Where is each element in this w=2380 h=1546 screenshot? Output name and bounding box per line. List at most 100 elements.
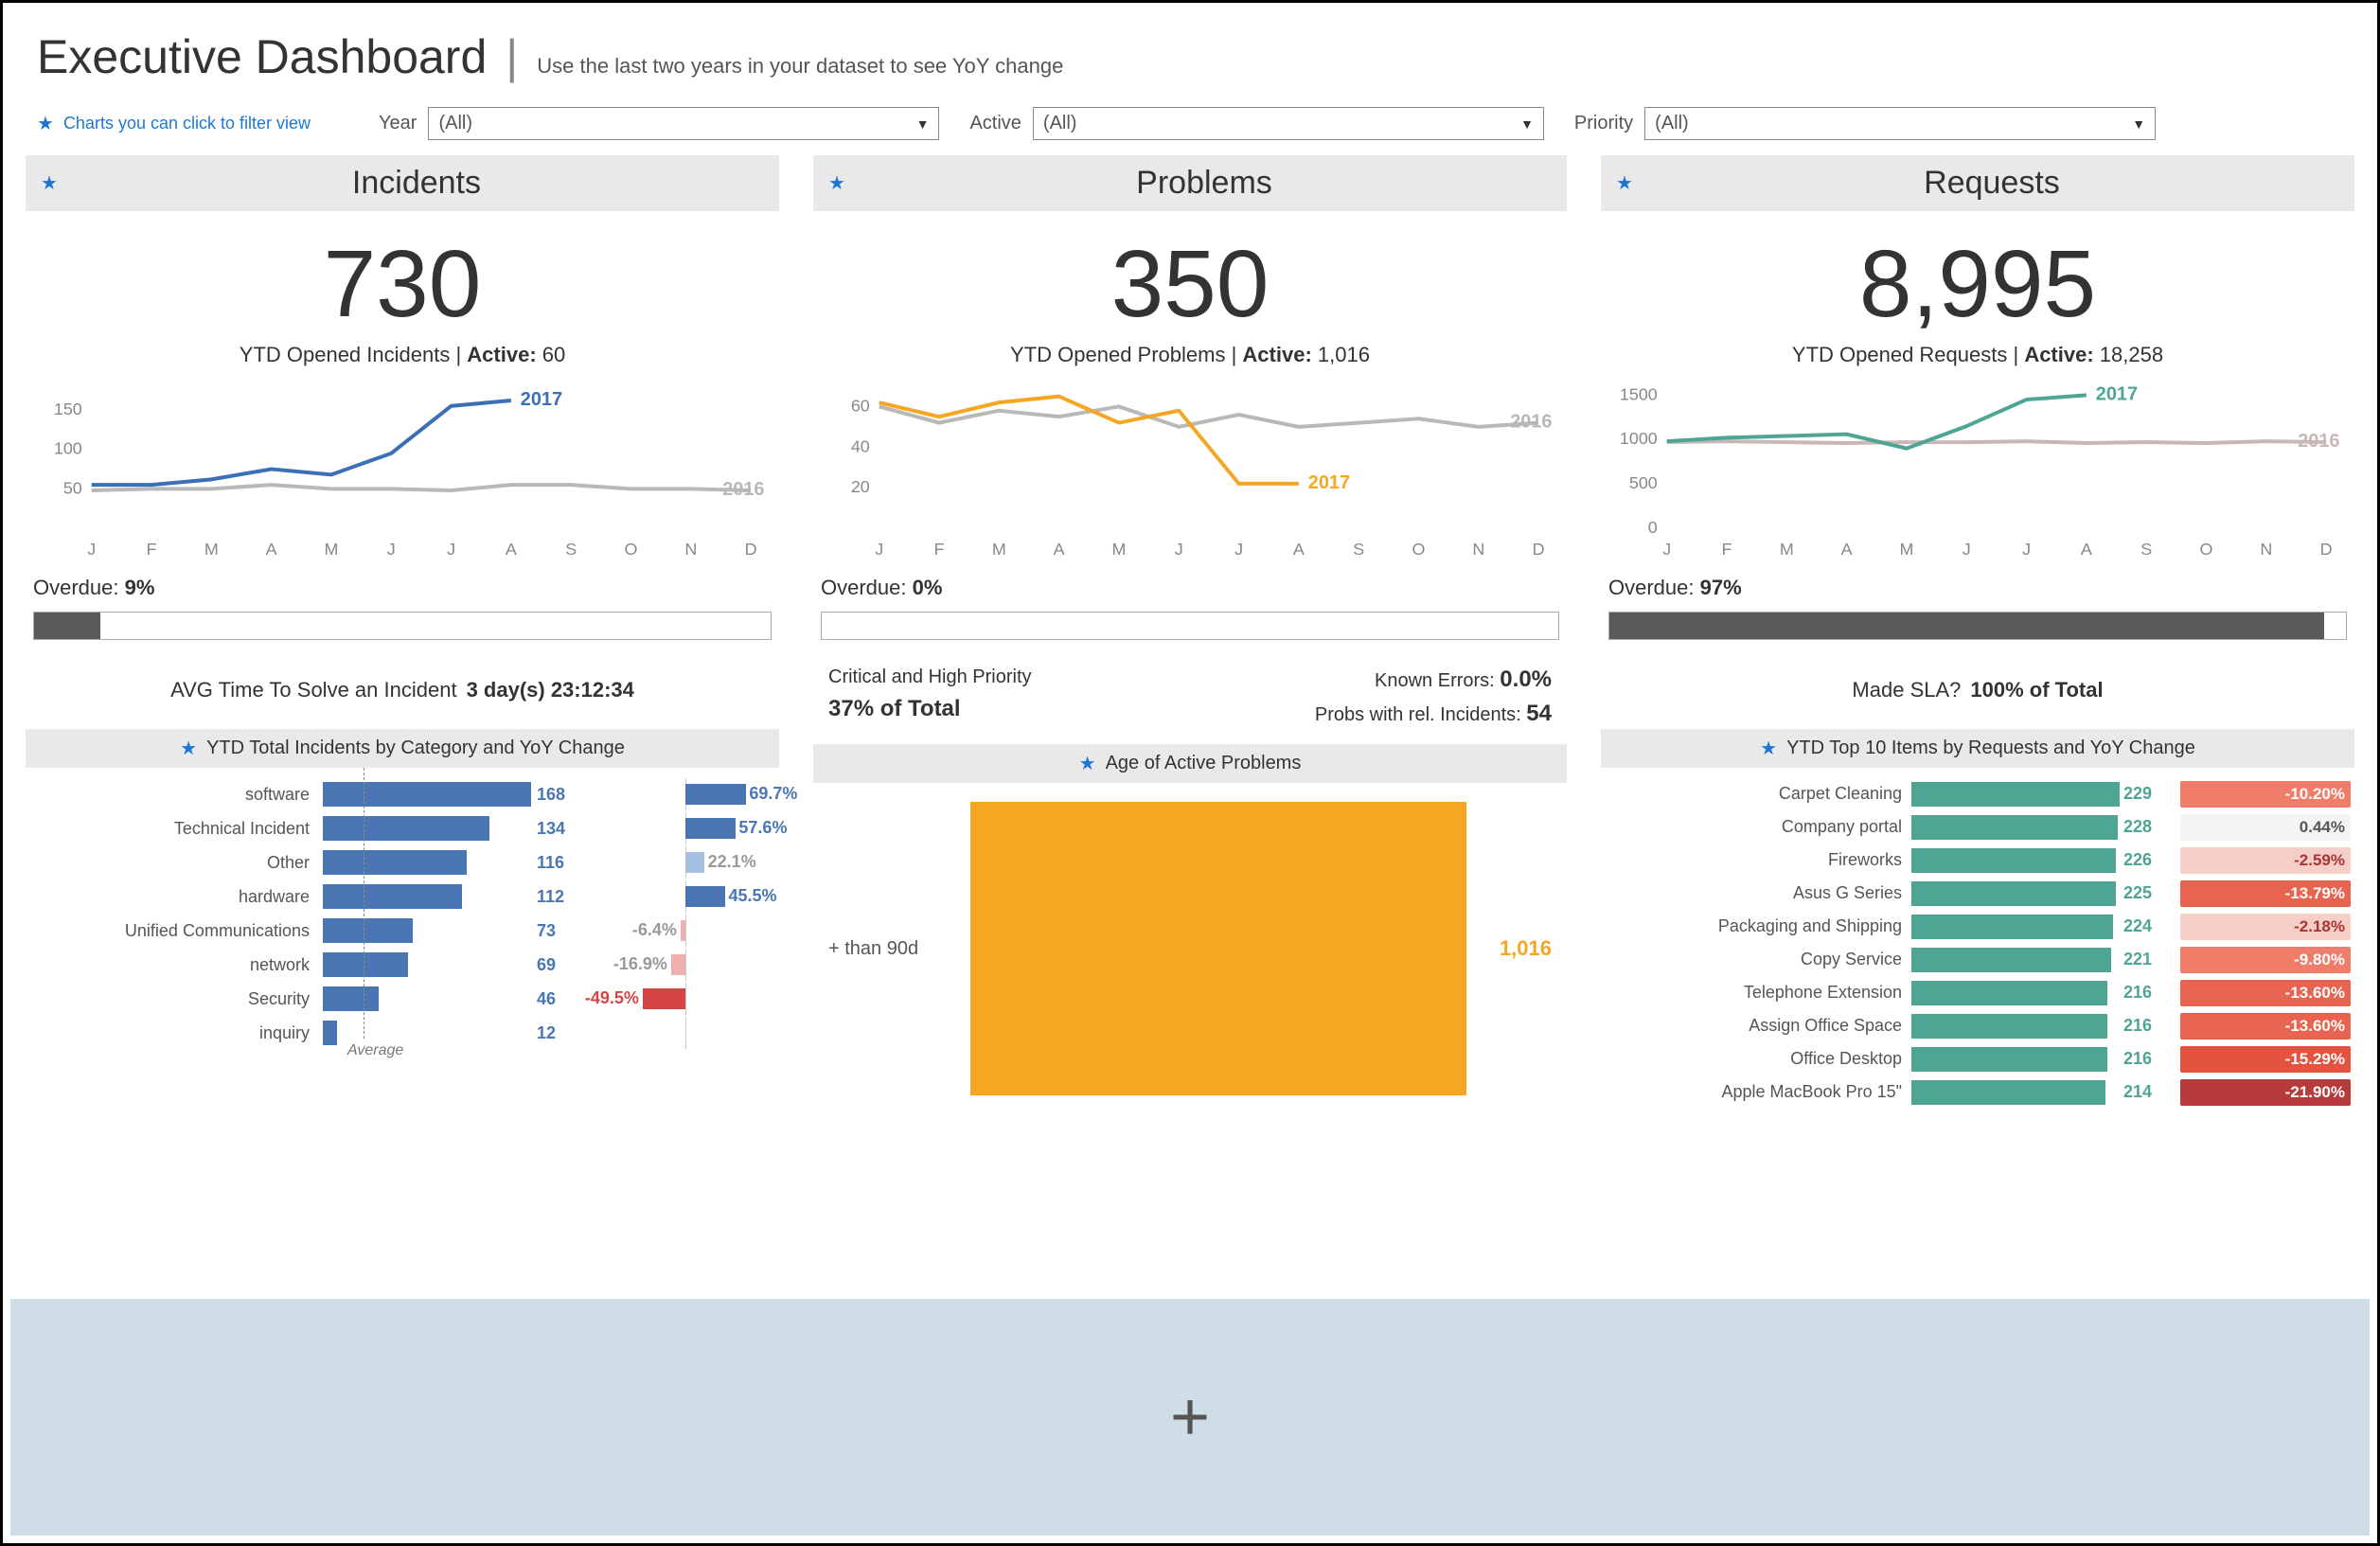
incidents-avg-row: AVG Time To Solve an Incident 3 day(s) 2… — [26, 657, 779, 729]
request-label: Carpet Cleaning — [1605, 784, 1908, 804]
request-label: Asus G Series — [1605, 883, 1908, 903]
problems-metrics: Critical and High Priority 37% of Total … — [813, 657, 1567, 744]
star-icon: ★ — [1616, 171, 1633, 195]
overdue-label: Overdue: — [1608, 576, 1695, 599]
requests-top10-header[interactable]: ★ YTD Top 10 Items by Requests and YoY C… — [1601, 729, 2354, 768]
problems-title: Problems — [857, 165, 1552, 202]
svg-text:A: A — [1841, 540, 1853, 559]
category-bar — [323, 782, 531, 807]
filter-year-label: Year — [379, 113, 417, 134]
incidents-category-title: YTD Total Incidents by Category and YoY … — [206, 737, 625, 759]
request-yoy: 0.44% — [2180, 814, 2351, 841]
svg-text:S: S — [1353, 540, 1364, 559]
svg-text:J: J — [1963, 540, 1971, 559]
category-bar — [323, 952, 531, 977]
incidents-header[interactable]: ★ Incidents — [26, 155, 779, 211]
svg-text:M: M — [1111, 540, 1126, 559]
filter-hint: ★ Charts you can click to filter view — [37, 112, 311, 135]
request-yoy: -13.79% — [2180, 880, 2351, 907]
incidents-subline: YTD Opened Incidents | Active: 60 — [26, 343, 779, 377]
caret-down-icon: ▼ — [916, 116, 930, 132]
request-value: 216 — [2123, 1016, 2176, 1036]
requests-top10-title: YTD Top 10 Items by Requests and YoY Cha… — [1786, 737, 2195, 759]
incidents-category-header[interactable]: ★ YTD Total Incidents by Category and Yo… — [26, 729, 779, 768]
svg-text:J: J — [447, 540, 455, 559]
header: Executive Dashboard | Use the last two y… — [3, 3, 2377, 99]
request-label: Packaging and Shipping — [1605, 916, 1908, 936]
svg-text:A: A — [1293, 540, 1305, 559]
request-row: Telephone Extension 216 -13.60% — [1605, 976, 2351, 1009]
incidents-panel: ★ Incidents 730 YTD Opened Incidents | A… — [26, 155, 779, 1291]
request-yoy: -2.59% — [2180, 847, 2351, 874]
problems-panel: ★ Problems 350 YTD Opened Problems | Act… — [813, 155, 1567, 1291]
requests-overdue: Overdue: 97% — [1601, 566, 2354, 604]
star-icon: ★ — [1760, 737, 1777, 760]
filter-active: Active (All) ▼ — [969, 107, 1543, 140]
problems-trend-chart[interactable]: 204060JFMAMJJASOND20162017 — [813, 377, 1567, 566]
yoy-cell: 57.6% — [599, 816, 772, 841]
known-label: Known Errors: — [1375, 670, 1495, 691]
incidents-sub-bold: Active: — [467, 343, 536, 366]
request-row: Fireworks 226 -2.59% — [1605, 844, 2351, 877]
svg-text:50: 50 — [63, 478, 82, 497]
overdue-val: 97% — [1700, 576, 1742, 599]
filter-bar: ★ Charts you can click to filter view Ye… — [3, 99, 2377, 155]
filter-priority-label: Priority — [1574, 113, 1633, 134]
priority-select[interactable]: (All) ▼ — [1644, 107, 2156, 140]
overdue-label: Overdue: — [821, 576, 907, 599]
requests-trend-chart[interactable]: 050010001500JFMAMJJASOND20162017 — [1601, 377, 2354, 566]
requests-overdue-bar — [1608, 612, 2347, 640]
filter-priority: Priority (All) ▼ — [1574, 107, 2156, 140]
overdue-val: 9% — [125, 576, 155, 599]
average-marker: Average — [347, 1042, 403, 1059]
overdue-label: Overdue: — [33, 576, 119, 599]
incidents-overdue: Overdue: 9% — [26, 566, 779, 604]
yoy-cell: -49.5% — [599, 986, 772, 1011]
incidents-trend-chart[interactable]: 50100150JFMAMJJASOND20162017 — [26, 377, 779, 566]
active-select-value: (All) — [1043, 113, 1077, 134]
request-bar — [1911, 1047, 2120, 1072]
sla-label: Made SLA? — [1852, 678, 1961, 702]
age-bar — [970, 802, 1466, 1095]
request-value: 229 — [2123, 784, 2176, 804]
star-icon: ★ — [37, 112, 54, 135]
svg-text:O: O — [2200, 540, 2213, 559]
svg-text:0: 0 — [1648, 518, 1658, 537]
incidents-category-chart[interactable]: software 168 69.7% Technical Incident 13… — [26, 768, 779, 1059]
svg-text:M: M — [204, 540, 219, 559]
svg-text:A: A — [266, 540, 277, 559]
svg-text:1500: 1500 — [1620, 384, 1658, 403]
requests-sub-bold: Active: — [2024, 343, 2093, 366]
crit-label: Critical and High Priority — [828, 666, 1032, 688]
known-val: 0.0% — [1500, 666, 1552, 692]
problems-age-header[interactable]: ★ Age of Active Problems — [813, 744, 1567, 783]
sla-val: 100% of Total — [1970, 678, 2103, 702]
request-bar — [1911, 981, 2120, 1005]
add-content-pane[interactable]: + — [10, 1299, 2370, 1536]
category-row: hardware 112 45.5% — [33, 880, 772, 914]
svg-text:D: D — [1533, 540, 1545, 559]
requests-top10-chart[interactable]: Carpet Cleaning 229 -10.20% Company port… — [1601, 768, 2354, 1118]
request-yoy: -21.90% — [2180, 1079, 2351, 1106]
requests-subline: YTD Opened Requests | Active: 18,258 — [1601, 343, 2354, 377]
svg-text:M: M — [324, 540, 338, 559]
incidents-sub-prefix: YTD Opened Incidents | — [240, 343, 468, 366]
problems-age-chart[interactable]: + than 90d 1,016 — [813, 783, 1567, 1114]
request-value: 224 — [2123, 916, 2176, 936]
active-select[interactable]: (All) ▼ — [1033, 107, 1544, 140]
category-value: 116 — [537, 853, 594, 873]
requests-panel: ★ Requests 8,995 YTD Opened Requests | A… — [1601, 155, 2354, 1291]
year-select[interactable]: (All) ▼ — [428, 107, 939, 140]
category-label: inquiry — [33, 1023, 317, 1043]
svg-text:S: S — [565, 540, 577, 559]
svg-text:J: J — [2022, 540, 2031, 559]
filter-year: Year (All) ▼ — [379, 107, 939, 140]
request-bar — [1911, 915, 2120, 939]
requests-header[interactable]: ★ Requests — [1601, 155, 2354, 211]
problems-header[interactable]: ★ Problems — [813, 155, 1567, 211]
category-bar — [323, 884, 531, 909]
svg-text:100: 100 — [54, 439, 82, 458]
svg-text:2016: 2016 — [722, 479, 764, 500]
svg-text:J: J — [387, 540, 396, 559]
svg-text:40: 40 — [851, 436, 870, 455]
